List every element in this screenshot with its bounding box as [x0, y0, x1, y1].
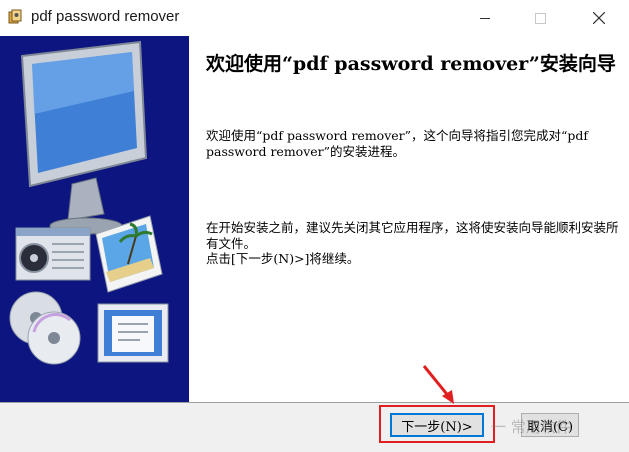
- installer-window: pdf password remover 欢迎使用“pdf password r…: [0, 0, 629, 452]
- app-icon: [8, 9, 22, 24]
- wizard-heading: 欢迎使用“pdf password remover”安装向导: [206, 53, 616, 75]
- monitor-illustration: [9, 40, 169, 365]
- wizard-banner: [0, 36, 189, 402]
- watermark-text: 一 常用软件: [491, 418, 571, 436]
- annotation-arrow-icon: [422, 365, 454, 404]
- wizard-content: 欢迎使用“pdf password remover”安装向导 欢迎使用“pdf …: [189, 36, 629, 402]
- annotation-highlight-box: [379, 405, 495, 443]
- minimize-icon: [479, 17, 490, 19]
- maximize-icon: [534, 12, 546, 24]
- close-icon: [593, 12, 605, 24]
- minimize-button[interactable]: [462, 0, 508, 36]
- window-title: pdf password remover: [31, 8, 180, 25]
- close-button[interactable]: [576, 0, 622, 36]
- maximize-button[interactable]: [517, 0, 563, 36]
- continue-hint-text: 点击[下一步(N)>]将继续。: [206, 251, 360, 266]
- title-bar[interactable]: pdf password remover: [0, 0, 629, 36]
- close-apps-text: 在开始安装之前，建议先关闭其它应用程序，这将使安装向导能顺利安装所有文件。: [206, 220, 619, 251]
- welcome-text: 欢迎使用“pdf password remover”，这个向导将指引您完成对“p…: [206, 128, 589, 159]
